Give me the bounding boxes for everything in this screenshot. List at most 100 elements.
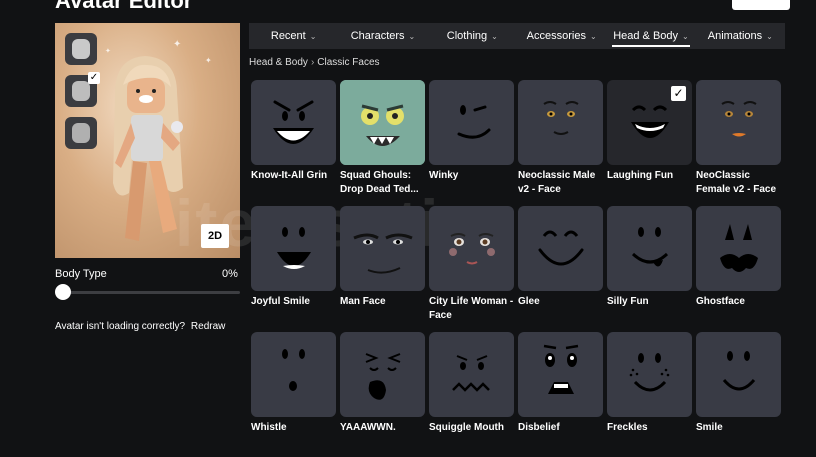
item-card[interactable]: Freckles (607, 332, 692, 435)
tab-label: Characters (350, 30, 405, 42)
item-card[interactable]: Smile (696, 332, 781, 435)
item-thumbnail (251, 80, 336, 165)
ghoul-face-icon (340, 80, 425, 165)
chevron-down-icon: ⌄ (408, 32, 416, 41)
item-thumbnail (607, 332, 692, 417)
ghostface-face-icon (720, 224, 758, 272)
tab-label: Clothing (446, 30, 488, 42)
view-head-thumb-2[interactable]: ✓ (65, 72, 100, 107)
smile-face-icon (722, 351, 756, 391)
breadcrumb-parent[interactable]: Head & Body (249, 57, 308, 68)
tab-animations[interactable]: Animations ⌄ (696, 23, 785, 49)
item-name: Know-It-All Grin (251, 170, 328, 181)
item-thumbnail (607, 206, 692, 291)
face-head-icon (72, 81, 90, 101)
item-thumbnail (696, 206, 781, 291)
chevron-down-icon: ⌄ (309, 32, 317, 41)
body-type-slider[interactable] (62, 291, 240, 294)
item-name: Ghostface (696, 296, 745, 307)
page-title: Avatar Editor (55, 0, 193, 13)
item-thumbnail (429, 80, 514, 165)
item-card[interactable]: YAAAWWN. (340, 332, 425, 435)
item-name: Glee (518, 296, 540, 307)
top-action-button[interactable] (732, 0, 790, 10)
item-card[interactable]: ✓ Laughing Fun (607, 80, 692, 183)
city-life-woman-face-icon (449, 233, 495, 265)
item-thumbnail (340, 332, 425, 417)
loading-help: Avatar isn't loading correctly? Redraw (55, 321, 225, 332)
item-name: Winky (429, 170, 459, 181)
tab-clothing[interactable]: Clothing ⌄ (428, 23, 517, 49)
yawn-face-icon (365, 353, 401, 400)
view-head-thumb-1[interactable] (65, 33, 97, 65)
item-thumbnail (518, 332, 603, 417)
tab-characters[interactable]: Characters ⌄ (338, 23, 427, 49)
redraw-link[interactable]: Redraw (191, 321, 225, 332)
selected-check-icon: ✓ (671, 86, 686, 101)
squiggle-mouth-face-icon (452, 355, 490, 392)
know-it-all-grin-face-icon (273, 100, 314, 144)
item-card[interactable]: Joyful Smile (251, 206, 336, 309)
tab-head-body[interactable]: Head & Body ⌄ (606, 23, 695, 49)
breadcrumb-current: Classic Faces (317, 57, 380, 68)
item-name: Freckles (607, 422, 648, 433)
item-name: Man Face (340, 296, 386, 307)
item-card[interactable]: Silly Fun (607, 206, 692, 309)
item-card[interactable]: Squad Ghouls: Drop Dead Ted... (340, 80, 425, 197)
item-card[interactable]: Know-It-All Grin (251, 80, 336, 183)
body-type-label: Body Type (55, 268, 107, 280)
neoclassic-male-face-icon (543, 101, 579, 135)
item-card[interactable]: NeoClassic Female v2 - Face (696, 80, 781, 197)
item-card[interactable]: Squiggle Mouth (429, 332, 514, 435)
item-name: Silly Fun (607, 296, 649, 307)
item-thumbnail (251, 332, 336, 417)
chevron-down-icon: ⌄ (491, 32, 498, 41)
view-2d-toggle[interactable]: 2D (201, 224, 229, 248)
body-type-value: 0% (222, 268, 238, 280)
item-thumbnail (340, 206, 425, 291)
breadcrumb: Head & Body › Classic Faces (249, 57, 380, 68)
svg-text:✦: ✦ (105, 47, 111, 55)
item-name: Laughing Fun (607, 170, 674, 181)
tab-label: Accessories (526, 30, 586, 42)
item-card[interactable]: Whistle (251, 332, 336, 435)
item-name: NeoClassic Female v2 - Face (696, 170, 777, 195)
top-toolbar-dots: • • (510, 0, 539, 5)
head-icon (72, 39, 90, 59)
item-name: Whistle (251, 422, 287, 433)
item-thumbnail (518, 206, 603, 291)
tab-label: Head & Body (613, 30, 679, 42)
category-tabs: Recent ⌄ Characters ⌄ Clothing ⌄ Accessorie… (249, 23, 785, 49)
view-head-thumb-3[interactable] (65, 117, 97, 149)
item-name: Disbelief (518, 422, 560, 433)
item-card[interactable]: Neoclassic Male v2 - Face (518, 80, 603, 197)
item-card[interactable]: Glee (518, 206, 603, 309)
item-thumbnail (696, 80, 781, 165)
chevron-down-icon: ⌄ (682, 32, 689, 41)
item-card[interactable]: Disbelief (518, 332, 603, 435)
item-name: Neoclassic Male v2 - Face (518, 170, 596, 195)
check-icon: ✓ (88, 72, 100, 84)
chevron-down-icon: ⌄ (766, 32, 773, 41)
joyful-smile-face-icon (277, 227, 311, 269)
freckles-face-icon (629, 353, 670, 392)
man-face-icon (353, 233, 413, 274)
item-thumbnail (696, 332, 781, 417)
tab-accessories[interactable]: Accessories ⌄ (517, 23, 606, 49)
avatar-preview[interactable]: ✦ ✦ ✦ ✓ 2D (55, 23, 240, 258)
body-type-slider-handle[interactable] (55, 284, 71, 300)
item-card[interactable]: City Life Woman - Face (429, 206, 514, 323)
item-thumbnail (518, 80, 603, 165)
svg-text:✦: ✦ (205, 56, 212, 65)
item-name: Smile (696, 422, 723, 433)
item-name: City Life Woman - Face (429, 296, 514, 321)
item-thumbnail (429, 206, 514, 291)
head-icon (72, 123, 90, 143)
chevron-down-icon: ⌄ (589, 32, 597, 41)
loading-message: Avatar isn't loading correctly? (55, 321, 186, 332)
item-card[interactable]: Winky (429, 80, 514, 183)
item-card[interactable]: Ghostface (696, 206, 781, 309)
tab-recent[interactable]: Recent ⌄ (249, 23, 338, 49)
item-thumbnail (429, 332, 514, 417)
item-card[interactable]: Man Face (340, 206, 425, 309)
